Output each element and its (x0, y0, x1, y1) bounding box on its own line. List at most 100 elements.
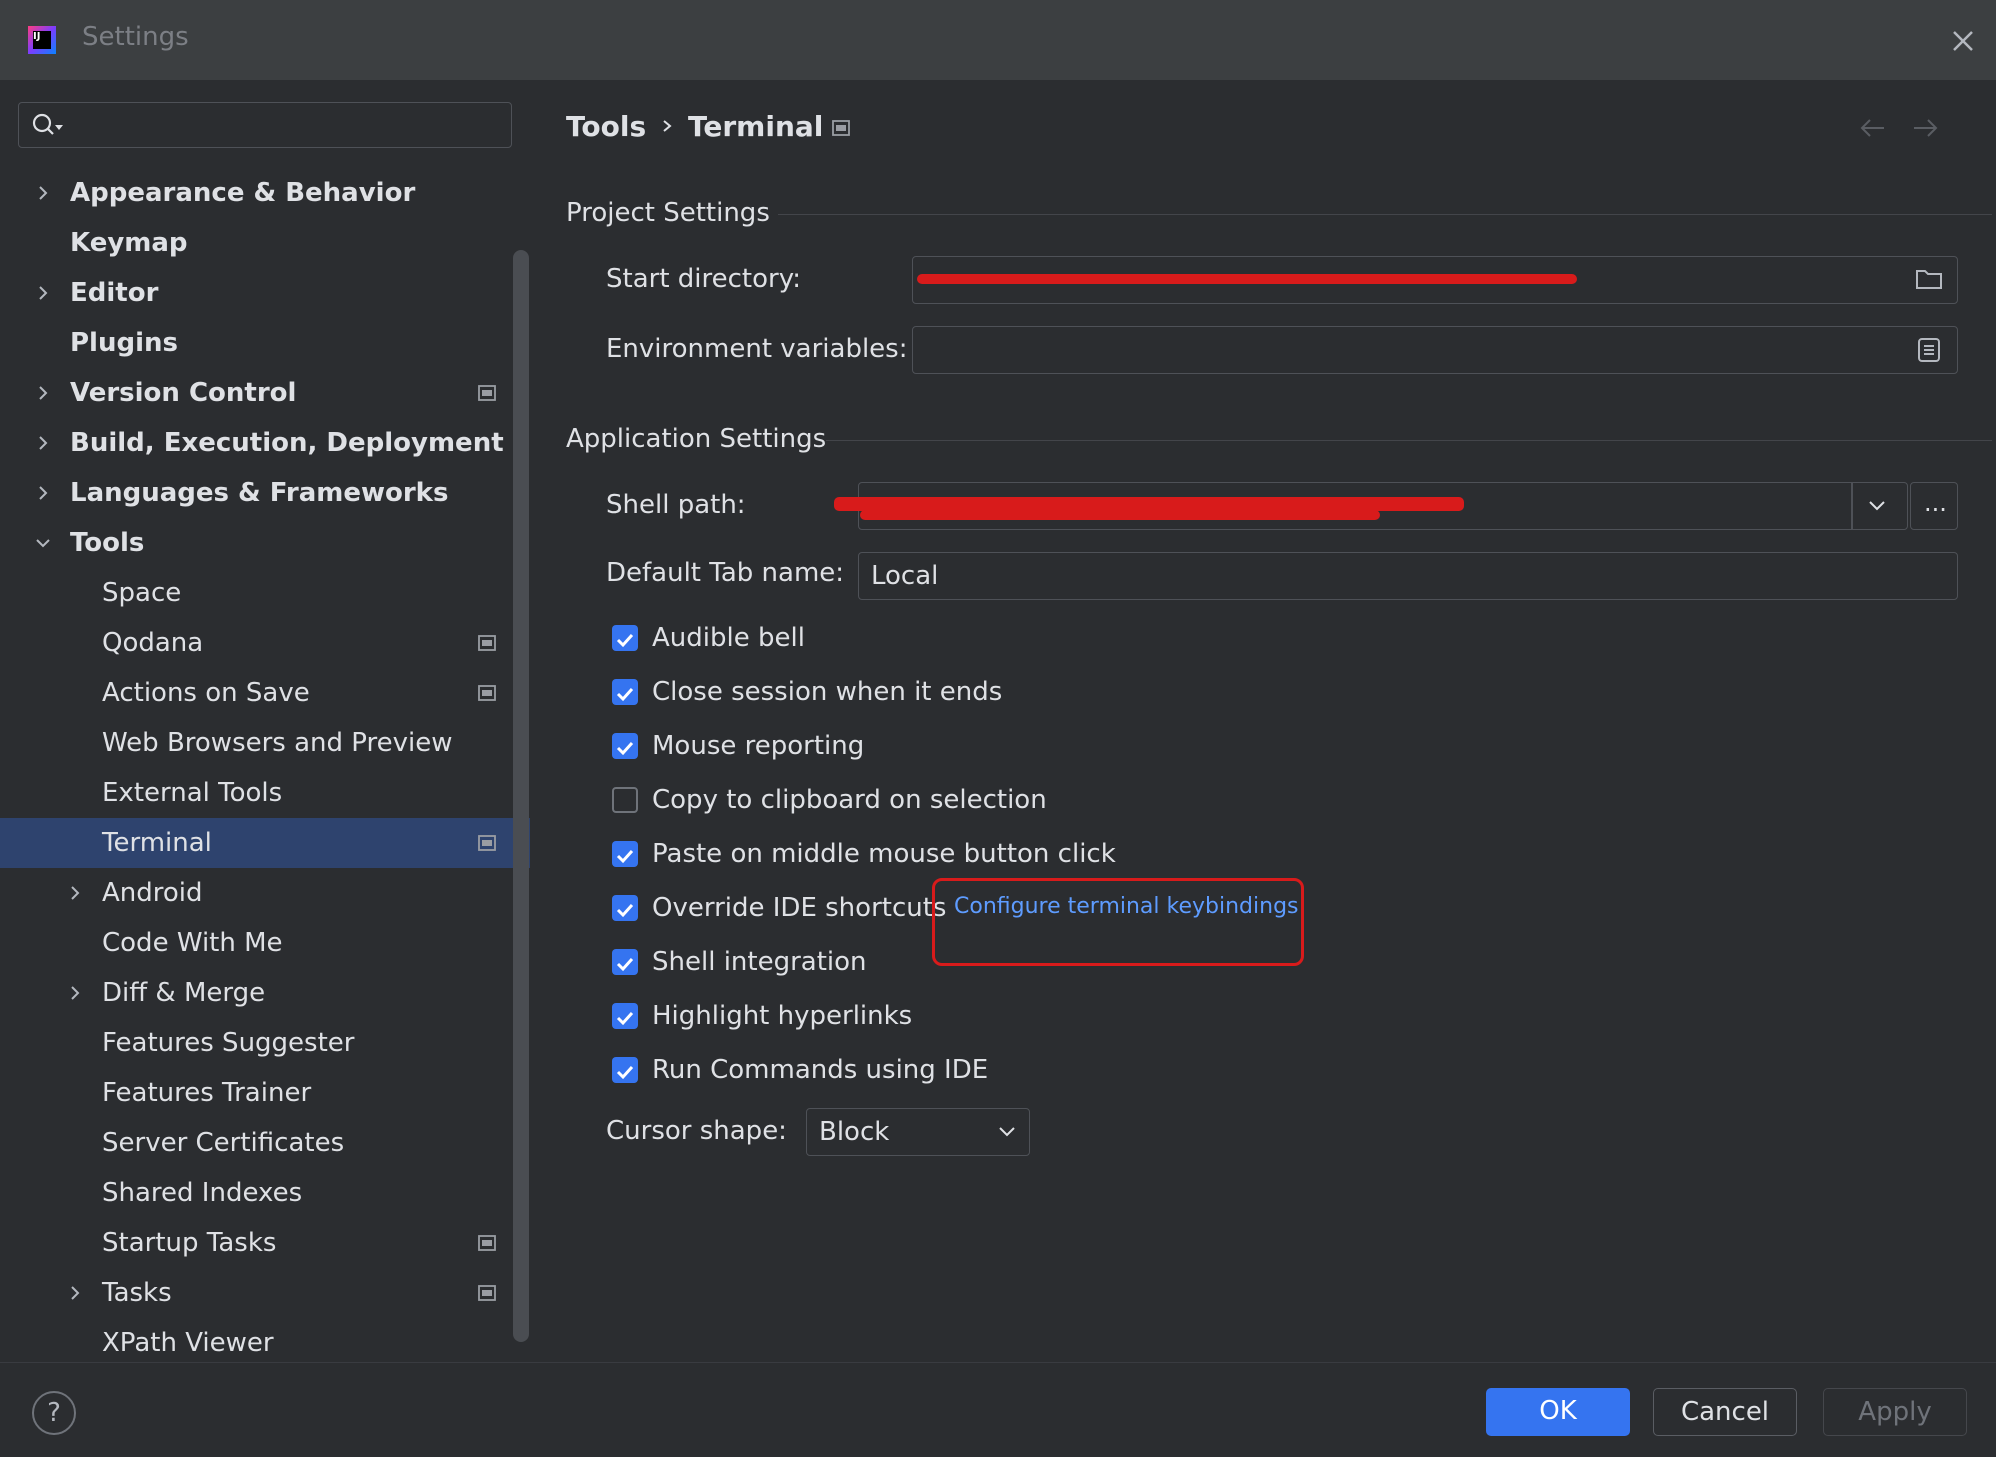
sidebar-item[interactable]: Server Certificates (0, 1118, 530, 1168)
cursor-shape-select[interactable]: Block (806, 1108, 1030, 1156)
start-directory-label: Start directory: (606, 264, 801, 294)
checkbox-checked-icon[interactable] (612, 625, 638, 651)
edit-list-icon[interactable] (1917, 337, 1941, 363)
project-settings-title: Project Settings (566, 198, 770, 228)
browse-button[interactable]: ... (1910, 482, 1958, 530)
default-tab-value: Local (871, 561, 939, 591)
sidebar-item[interactable]: Plugins (0, 318, 530, 368)
start-directory-field[interactable] (912, 256, 1958, 304)
back-arrow-icon[interactable] (1858, 116, 1888, 140)
sidebar-item[interactable]: Qodana (0, 618, 530, 668)
checkbox-checked-icon[interactable] (612, 949, 638, 975)
chevron-down-icon[interactable] (1867, 497, 1887, 515)
settings-search-input[interactable] (18, 102, 512, 148)
sidebar-item-label: Features Trainer (102, 1078, 312, 1108)
checkbox-checked-icon[interactable] (612, 895, 638, 921)
cancel-button[interactable]: Cancel (1653, 1388, 1797, 1436)
sidebar-item-label: Plugins (70, 328, 178, 358)
sidebar-item[interactable]: Build, Execution, Deployment (0, 418, 530, 468)
breadcrumb: Tools (566, 110, 646, 143)
checkbox-label: Close session when it ends (652, 677, 1003, 707)
sidebar-item[interactable]: Android (0, 868, 530, 918)
sidebar-item[interactable]: Languages & Frameworks (0, 468, 530, 518)
sidebar-item[interactable]: Terminal (0, 818, 530, 868)
checkbox-label: Audible bell (652, 623, 805, 653)
redaction-mark (860, 510, 1380, 520)
chevron-right-icon[interactable] (34, 183, 52, 203)
sidebar-item[interactable]: Tools (0, 518, 530, 568)
checkbox-checked-icon[interactable] (612, 1057, 638, 1083)
sidebar-scrollbar[interactable] (513, 250, 529, 1342)
chevron-right-icon[interactable] (66, 883, 84, 903)
chevron-down-icon (999, 1127, 1015, 1137)
title-bar: IJ Settings (0, 0, 1996, 80)
shell-path-label: Shell path: (606, 490, 746, 520)
settings-content: Tools Terminal Project Settings Start di… (530, 80, 1996, 1362)
sidebar-item[interactable]: Features Suggester (0, 1018, 530, 1068)
checkbox-label: Override IDE shortcuts (652, 893, 947, 923)
default-tab-field[interactable]: Local (858, 552, 1958, 600)
checkbox-unchecked-icon[interactable] (612, 787, 638, 813)
apply-button[interactable]: Apply (1823, 1388, 1967, 1436)
sidebar-item-label: Build, Execution, Deployment (70, 428, 504, 458)
sidebar-item-label: Web Browsers and Preview (102, 728, 453, 758)
breadcrumb-parent[interactable]: Tools (566, 110, 646, 143)
checkbox-checked-icon[interactable] (612, 679, 638, 705)
forward-arrow-icon[interactable] (1910, 116, 1940, 140)
sidebar-item[interactable]: Keymap (0, 218, 530, 268)
sidebar-item[interactable]: Space (0, 568, 530, 618)
chevron-right-icon[interactable] (34, 433, 52, 453)
search-icon (32, 113, 63, 135)
sidebar-item[interactable]: External Tools (0, 768, 530, 818)
sidebar-item[interactable]: Features Trainer (0, 1068, 530, 1118)
chevron-right-icon[interactable] (34, 483, 52, 503)
checkbox-label: Paste on middle mouse button click (652, 839, 1116, 869)
section-divider (826, 440, 1992, 441)
sidebar-item-label: Languages & Frameworks (70, 478, 449, 508)
chevron-right-icon[interactable] (34, 383, 52, 403)
checkbox-label: Highlight hyperlinks (652, 1001, 913, 1031)
sidebar-item[interactable]: Web Browsers and Preview (0, 718, 530, 768)
intellij-logo-icon: IJ (28, 26, 56, 54)
folder-icon[interactable] (1915, 267, 1943, 291)
checkbox-checked-icon[interactable] (612, 841, 638, 867)
ok-button[interactable]: OK (1486, 1388, 1630, 1436)
chevron-right-icon[interactable] (66, 1283, 84, 1303)
environment-variables-label: Environment variables: (606, 334, 908, 364)
sidebar-item-label: Actions on Save (102, 678, 310, 708)
sidebar-item-label: Android (102, 878, 203, 908)
chevron-down-icon[interactable] (34, 533, 52, 553)
sidebar-item-label: Diff & Merge (102, 978, 266, 1008)
annotation-highlight (932, 878, 1304, 966)
sidebar-item-label: Appearance & Behavior (70, 178, 416, 208)
sidebar-item-label: Server Certificates (102, 1128, 345, 1158)
sidebar-item[interactable]: Appearance & Behavior (0, 168, 530, 218)
project-scope-icon (832, 120, 850, 136)
sidebar-item-label: Version Control (70, 378, 297, 408)
sidebar-item[interactable]: Editor (0, 268, 530, 318)
chevron-right-icon[interactable] (66, 983, 84, 1003)
checkbox-checked-icon[interactable] (612, 1003, 638, 1029)
sidebar-item[interactable]: Startup Tasks (0, 1218, 530, 1268)
cursor-shape-label: Cursor shape: (606, 1116, 787, 1146)
sidebar-item[interactable]: Tasks (0, 1268, 530, 1318)
chevron-right-icon[interactable] (34, 283, 52, 303)
sidebar-item-label: Features Suggester (102, 1028, 355, 1058)
default-tab-label: Default Tab name: (606, 558, 845, 588)
settings-sidebar: Appearance & Behavior Keymap Editor Plugins… (0, 80, 530, 1362)
sidebar-item-label: Code With Me (102, 928, 283, 958)
sidebar-item[interactable]: Code With Me (0, 918, 530, 968)
checkbox-checked-icon[interactable] (612, 733, 638, 759)
sidebar-item[interactable]: Actions on Save (0, 668, 530, 718)
sidebar-item[interactable]: Diff & Merge (0, 968, 530, 1018)
project-scope-icon (478, 385, 496, 401)
window-title: Settings (82, 22, 189, 52)
environment-variables-field[interactable] (912, 326, 1958, 374)
close-icon[interactable] (1948, 26, 1978, 56)
project-scope-icon (478, 635, 496, 651)
sidebar-item[interactable]: XPath Viewer (0, 1318, 530, 1368)
sidebar-item[interactable]: Shared Indexes (0, 1168, 530, 1218)
help-button[interactable]: ? (32, 1391, 76, 1435)
sidebar-item[interactable]: Version Control (0, 368, 530, 418)
project-scope-icon (478, 1285, 496, 1301)
